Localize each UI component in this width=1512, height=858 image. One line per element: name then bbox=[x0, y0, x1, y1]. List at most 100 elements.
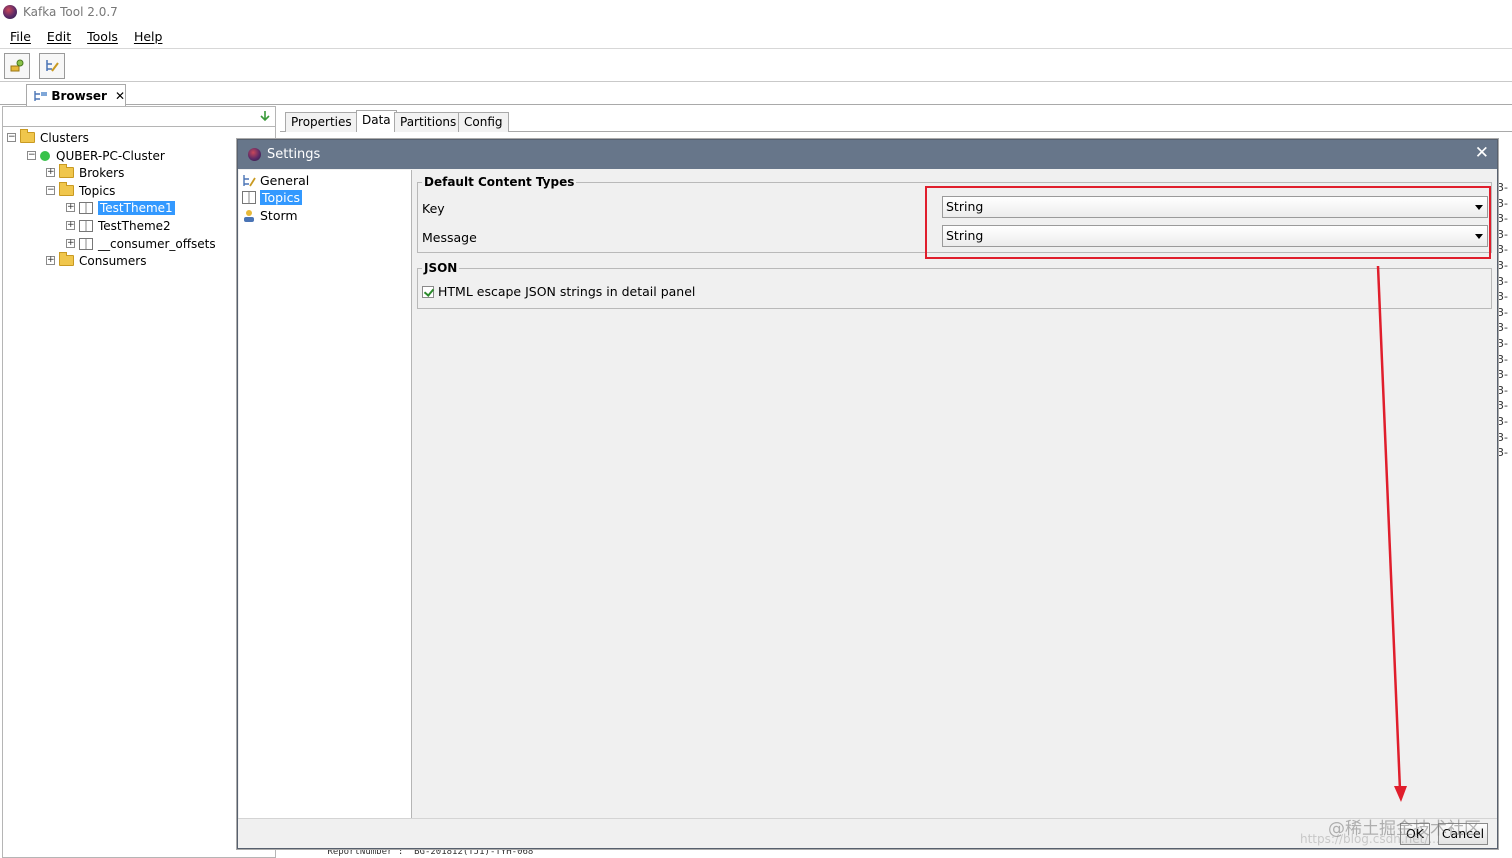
edge-text: 3- bbox=[1497, 181, 1508, 194]
tab-partitions[interactable]: Partitions bbox=[394, 112, 463, 132]
user-icon bbox=[244, 210, 254, 222]
edge-text: 3- bbox=[1497, 383, 1508, 397]
tree-node-topic[interactable]: + TestTheme1 bbox=[66, 199, 175, 216]
edge-text: 3- bbox=[1497, 414, 1508, 428]
folder-icon bbox=[59, 252, 74, 266]
tree-label-clusters: Clusters bbox=[40, 130, 89, 145]
edge-text: 3- bbox=[1497, 274, 1508, 288]
watermark-url: https://blog.csdn.net/... bbox=[1300, 832, 1440, 846]
menu-edit[interactable]: Edit bbox=[47, 29, 71, 44]
nav-label-storm: Storm bbox=[260, 208, 298, 223]
tree-node-brokers[interactable]: + Brokers bbox=[46, 164, 124, 181]
tree-node-topic[interactable]: + TestTheme2 bbox=[66, 217, 171, 234]
settings-nav: General Topics Storm bbox=[239, 170, 412, 818]
topic-icon bbox=[79, 219, 93, 232]
menu-help[interactable]: Help bbox=[134, 29, 163, 44]
edge-text: 3- bbox=[1497, 321, 1508, 335]
kafka-tool-app-icon bbox=[248, 148, 261, 161]
expand-icon[interactable]: + bbox=[66, 221, 75, 230]
nav-label-general: General bbox=[260, 173, 310, 188]
browser-tab-label: Browser bbox=[51, 88, 107, 103]
html-escape-checkbox[interactable] bbox=[422, 286, 434, 298]
window-title: Kafka Tool 2.0.7 bbox=[23, 4, 118, 19]
key-label: Key bbox=[422, 201, 445, 216]
nav-item-general[interactable]: General bbox=[242, 172, 309, 189]
group-title: JSON bbox=[422, 261, 460, 275]
cluster-browser-tree: − Clusters − QUBER-PC-Cluster + Brokers … bbox=[2, 106, 276, 858]
tree-node-clusters[interactable]: − Clusters bbox=[7, 129, 89, 146]
nav-item-storm[interactable]: Storm bbox=[242, 207, 298, 224]
menu-file[interactable]: File bbox=[10, 29, 31, 44]
tree-label-consumers: Consumers bbox=[79, 253, 147, 268]
tree-label-cluster: QUBER-PC-Cluster bbox=[56, 148, 165, 163]
message-label: Message bbox=[422, 230, 477, 245]
edge-text: 3- bbox=[1497, 368, 1508, 382]
tree-node-consumers[interactable]: + Consumers bbox=[46, 252, 146, 269]
background-message-column: 3- 3- 3- 3- 3- 3- 3- 3- 3- 3- 3- 3- 3- 3… bbox=[1497, 180, 1512, 460]
menu-bar: File Edit Tools Help bbox=[0, 24, 1512, 49]
group-title: Default Content Types bbox=[422, 175, 577, 189]
tree-node-topics[interactable]: − Topics bbox=[46, 182, 115, 199]
nav-label-topics: Topics bbox=[260, 190, 302, 205]
connected-status-icon bbox=[40, 150, 50, 161]
tree-label-topic: TestTheme1 bbox=[98, 200, 175, 215]
collapse-icon[interactable]: − bbox=[7, 133, 16, 142]
tree-edit-icon bbox=[46, 60, 59, 72]
edge-text: 3- bbox=[1497, 243, 1508, 257]
tree-label-topic: TestTheme2 bbox=[98, 218, 171, 233]
json-group: JSON HTML escape JSON strings in detail … bbox=[417, 261, 1492, 309]
edge-text: 3- bbox=[1497, 196, 1508, 210]
tree-label-topic: __consumer_offsets bbox=[98, 236, 216, 251]
tree-header bbox=[3, 107, 275, 127]
edge-text: 3- bbox=[1497, 227, 1508, 241]
topic-icon bbox=[242, 191, 256, 204]
topic-icon bbox=[79, 201, 93, 214]
edge-text: 3- bbox=[1497, 352, 1508, 366]
browser-tab[interactable]: Browser ✕ bbox=[26, 84, 126, 106]
html-escape-label: HTML escape JSON strings in detail panel bbox=[438, 284, 696, 299]
expand-icon[interactable]: + bbox=[66, 239, 75, 248]
folder-icon bbox=[59, 164, 74, 178]
kafka-tool-app-icon bbox=[3, 4, 17, 19]
collapse-icon[interactable]: − bbox=[27, 151, 36, 160]
edge-text: 3- bbox=[1497, 336, 1508, 350]
settings-content: Default Content Types Key String Message… bbox=[414, 170, 1494, 818]
tree-label-brokers: Brokers bbox=[79, 165, 125, 180]
tree-node-topic[interactable]: + __consumer_offsets bbox=[66, 235, 216, 252]
close-tab-icon[interactable]: ✕ bbox=[115, 89, 125, 103]
refresh-icon[interactable] bbox=[259, 110, 271, 122]
dialog-title: Settings bbox=[267, 147, 321, 162]
topic-detail-tabs: Properties Data Partitions Config bbox=[280, 110, 1512, 132]
edge-text: 3- bbox=[1497, 430, 1508, 444]
edge-text: 3- bbox=[1497, 258, 1508, 272]
tab-properties[interactable]: Properties bbox=[285, 112, 358, 132]
tree-icon bbox=[34, 90, 47, 101]
tree-icon bbox=[243, 175, 256, 187]
edge-text: 3- bbox=[1497, 212, 1508, 226]
folder-open-icon bbox=[20, 129, 35, 143]
connect-icon bbox=[10, 59, 24, 72]
tree-node-cluster[interactable]: − QUBER-PC-Cluster bbox=[27, 147, 165, 164]
collapse-icon[interactable]: − bbox=[46, 186, 55, 195]
annotation-highlight-box bbox=[925, 186, 1491, 259]
dialog-titlebar: Settings ✕ bbox=[238, 140, 1497, 169]
menu-tools[interactable]: Tools bbox=[87, 29, 118, 44]
edge-text: 3- bbox=[1497, 305, 1508, 319]
edge-text: 3- bbox=[1497, 446, 1508, 460]
tab-data[interactable]: Data bbox=[356, 110, 397, 132]
window-titlebar: Kafka Tool 2.0.7 bbox=[0, 0, 1512, 23]
browser-tabstrip: Browser ✕ bbox=[0, 83, 1512, 106]
tree-label-topics: Topics bbox=[79, 183, 116, 198]
edge-text: 3- bbox=[1497, 290, 1508, 304]
expand-icon[interactable]: + bbox=[46, 168, 55, 177]
topic-icon bbox=[79, 237, 93, 250]
expand-icon[interactable]: + bbox=[66, 203, 75, 212]
dialog-close-icon[interactable]: ✕ bbox=[1475, 145, 1489, 162]
expand-icon[interactable]: + bbox=[46, 256, 55, 265]
edge-text: 3- bbox=[1497, 399, 1508, 413]
folder-open-icon bbox=[59, 182, 74, 196]
nav-item-topics[interactable]: Topics bbox=[242, 189, 302, 206]
settings-tool-button[interactable] bbox=[39, 53, 65, 79]
connect-button[interactable] bbox=[4, 53, 30, 79]
tab-config[interactable]: Config bbox=[458, 112, 509, 132]
